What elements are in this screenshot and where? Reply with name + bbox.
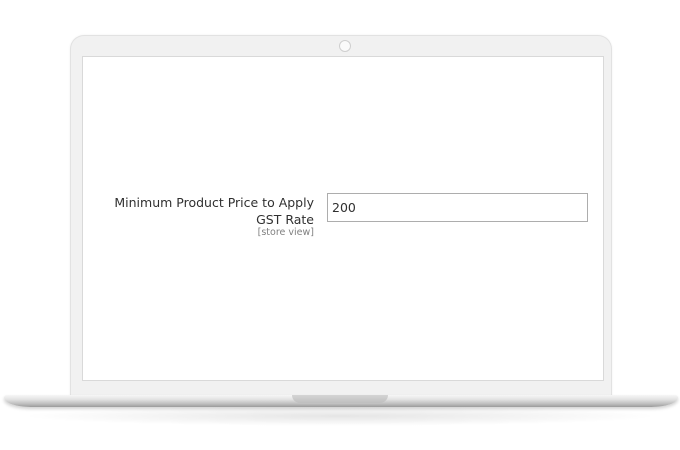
laptop-opening-notch [292,395,388,403]
laptop-mockup: Minimum Product Price to Apply GST Rate … [0,0,680,450]
laptop-shadow [20,406,660,426]
gst-min-price-input[interactable] [327,193,588,222]
webcam-icon [339,40,351,52]
